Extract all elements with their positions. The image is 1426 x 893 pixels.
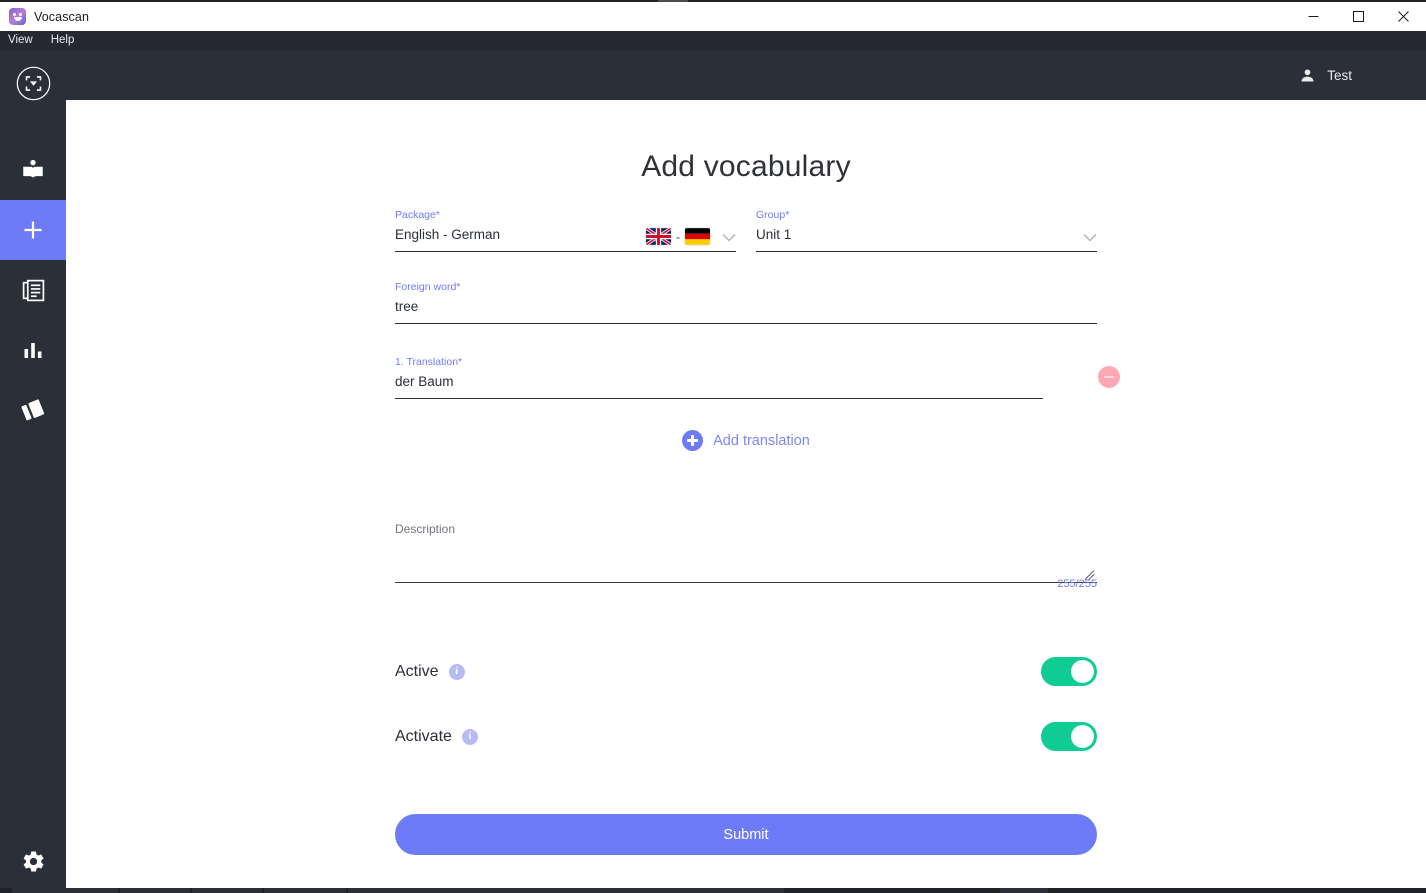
foreign-word-underline: [395, 323, 1097, 324]
menu-bar: View Help: [0, 31, 1426, 50]
vocascan-logo-icon: [9, 8, 26, 25]
translation-input[interactable]: der Baum: [395, 374, 1043, 399]
sidebar: [0, 50, 66, 893]
package-flags: -: [646, 228, 710, 251]
window-title: Vocascan: [34, 9, 90, 24]
description-field[interactable]: Description 255/255: [395, 522, 1097, 590]
submit-button[interactable]: Submit: [395, 814, 1097, 855]
uk-flag-icon: [646, 228, 671, 245]
info-icon[interactable]: i: [461, 728, 478, 745]
description-label: Description: [395, 522, 456, 536]
foreign-word-label-text: Foreign word: [395, 281, 457, 293]
user-menu[interactable]: Test: [1299, 67, 1352, 84]
info-icon[interactable]: i: [448, 663, 465, 680]
os-taskbar-sliver: [0, 888, 1426, 893]
sidebar-item-library[interactable]: [0, 260, 66, 320]
group-field[interactable]: Group* Unit 1: [756, 210, 1097, 252]
activate-toggle-label: Activate: [395, 727, 452, 745]
bar-chart-icon: [24, 343, 42, 358]
package-field[interactable]: Package* English - German -: [395, 210, 736, 252]
foreign-word-input[interactable]: tree: [395, 299, 1097, 324]
sidebar-item-cards[interactable]: [0, 380, 66, 440]
gear-icon: [23, 850, 43, 872]
active-toggle-label: Active: [395, 662, 439, 680]
foreign-word-field[interactable]: Foreign word* tree: [395, 282, 1097, 324]
package-label-text: Package: [395, 209, 436, 221]
documents-icon: [22, 279, 44, 301]
sidebar-item-add[interactable]: [0, 200, 66, 260]
foreign-word-required-marker: *: [456, 281, 461, 293]
title-bar-left: Vocascan: [0, 8, 89, 25]
maximize-button[interactable]: [1336, 2, 1381, 31]
translation-label-text: 1. Translation: [395, 356, 459, 368]
package-required-marker: *: [435, 209, 440, 221]
activate-toggle-switch[interactable]: [1041, 722, 1097, 751]
open-book-icon: [23, 159, 43, 178]
vocascan-scan-logo-icon: [16, 66, 50, 100]
page-title: Add vocabulary: [641, 150, 851, 183]
sidebar-item-statistics[interactable]: [0, 320, 66, 380]
description-textarea[interactable]: [395, 542, 1097, 582]
package-group-row: Package* English - German - Group* Unit …: [395, 210, 1097, 252]
add-translation-label: Add translation: [713, 432, 810, 449]
chevron-down-icon: [722, 233, 736, 242]
chevron-down-icon: [1083, 233, 1097, 242]
package-value: English - German: [395, 226, 501, 242]
group-required-marker: *: [785, 209, 790, 221]
toggle-knob: [1071, 725, 1094, 748]
flashcards-icon: [21, 398, 46, 421]
sidebar-logo[interactable]: [0, 58, 66, 108]
translation-required-marker: *: [458, 356, 463, 368]
activate-toggle-left: Activate i: [395, 728, 478, 746]
active-toggle-row: Active i: [395, 657, 1097, 686]
group-label-text: Group: [756, 209, 786, 221]
remove-translation-button[interactable]: [1098, 366, 1120, 388]
user-name-label: Test: [1327, 67, 1352, 83]
group-underline: [756, 251, 1097, 252]
package-label: Package*: [395, 210, 736, 221]
application-window: Vocascan View Help Test Add vocabulary P…: [0, 0, 1426, 893]
package-underline: [395, 251, 736, 252]
app-header: Test: [0, 50, 1426, 100]
window-controls: [1291, 2, 1426, 31]
translation-row: 1. Translation* der Baum: [395, 357, 1120, 399]
flag-separator: -: [676, 229, 680, 244]
window-title-bar: Vocascan: [0, 2, 1426, 31]
package-dropdown-toggle[interactable]: [710, 229, 736, 251]
close-button[interactable]: [1381, 2, 1426, 31]
sidebar-item-learn[interactable]: [0, 140, 66, 200]
toggle-knob: [1071, 660, 1094, 683]
group-label: Group*: [756, 210, 1097, 221]
active-toggle-left: Active i: [395, 663, 465, 681]
translation-label: 1. Translation*: [395, 357, 1043, 368]
menu-item-help[interactable]: Help: [51, 34, 75, 47]
description-underline: [395, 582, 1097, 583]
add-translation-button[interactable]: Add translation: [395, 430, 1097, 451]
minus-circle-icon: [1104, 375, 1114, 379]
plus-icon: [24, 221, 42, 239]
group-dropdown-toggle[interactable]: [1071, 229, 1097, 251]
add-vocabulary-form: Package* English - German - Group* Unit …: [395, 210, 1120, 855]
foreign-word-label: Foreign word*: [395, 282, 1097, 293]
translation-underline: [395, 398, 1043, 399]
germany-flag-icon: [685, 228, 710, 245]
minimize-button[interactable]: [1291, 2, 1336, 31]
sidebar-item-settings[interactable]: [0, 829, 66, 893]
description-char-count: 255/255: [1057, 578, 1097, 590]
main-content: Add vocabulary Package* English - German: [66, 100, 1426, 893]
active-toggle-switch[interactable]: [1041, 657, 1097, 686]
activate-toggle-row: Activate i: [395, 722, 1097, 751]
person-icon: [1301, 68, 1314, 82]
plus-circle-icon: [682, 430, 704, 451]
menu-item-view[interactable]: View: [8, 34, 33, 47]
group-value: Unit 1: [756, 226, 792, 242]
sidebar-nav: [0, 140, 66, 440]
